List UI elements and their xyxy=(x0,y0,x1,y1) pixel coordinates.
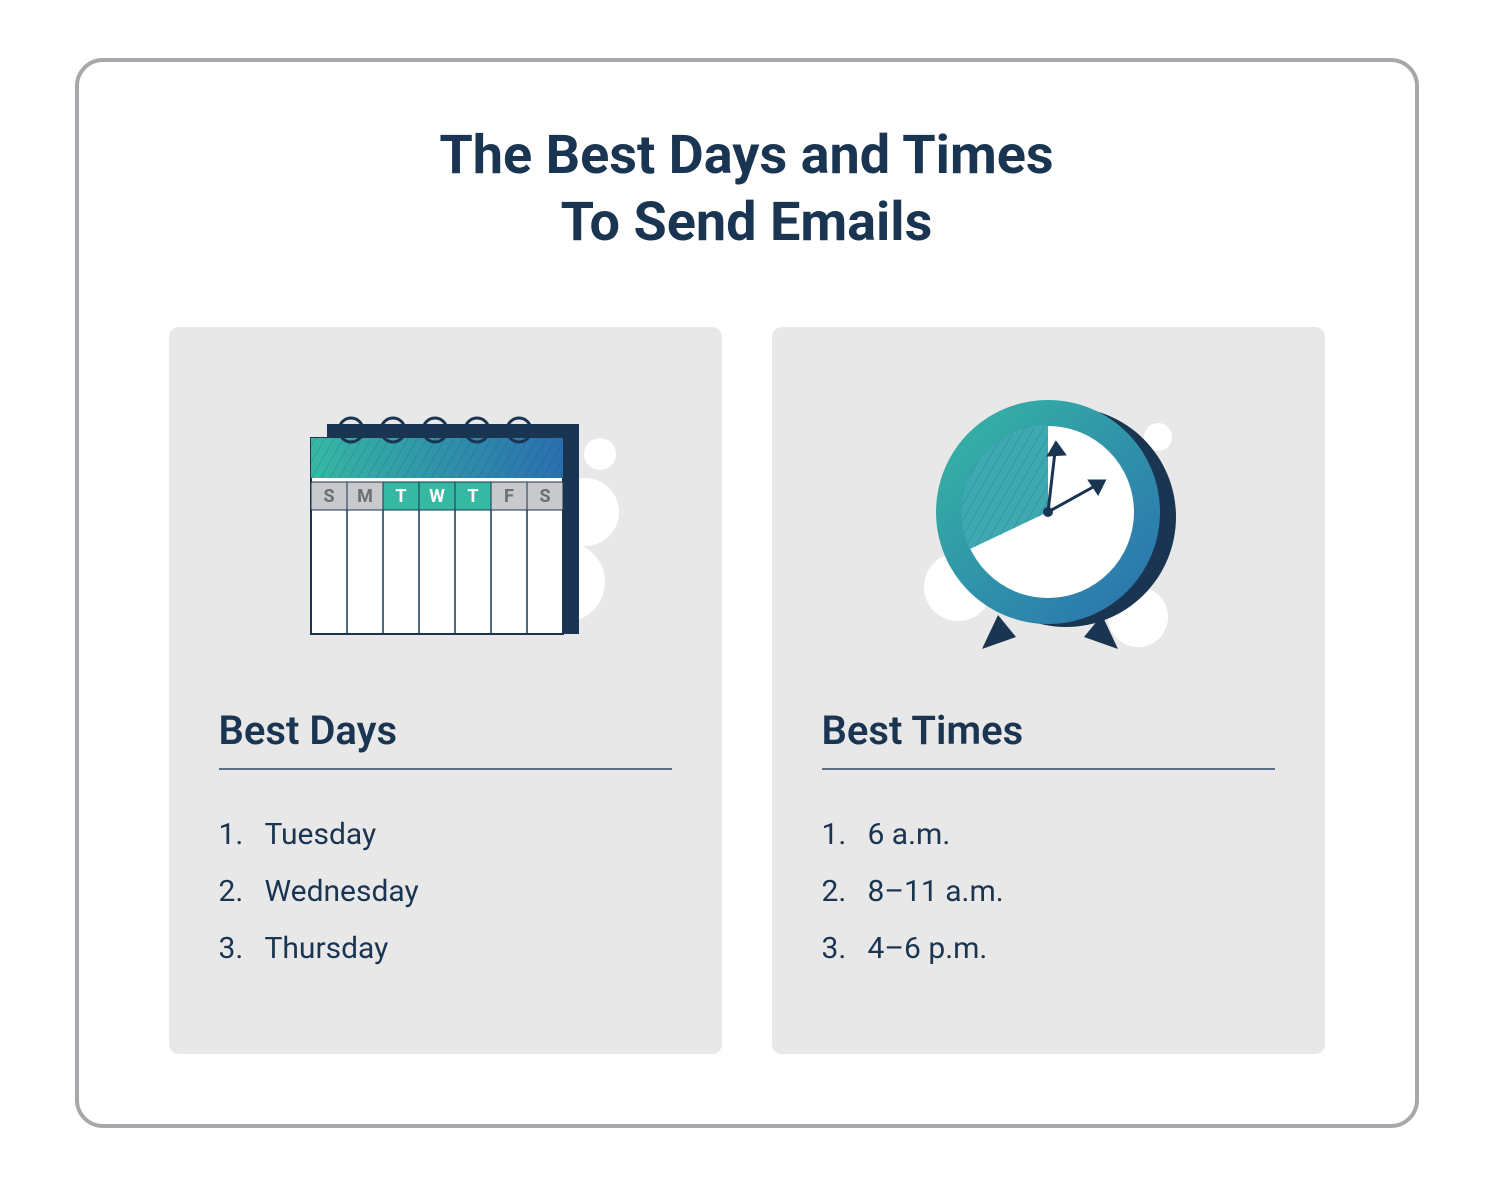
list-item: 3.Thursday xyxy=(219,920,672,977)
best-days-panel: SMTWTFS Best Days 1.Tuesday 2.Wednesd xyxy=(169,327,722,1054)
list-item: 1.Tuesday xyxy=(219,806,672,863)
calendar-day-initial: F xyxy=(504,486,514,507)
calendar-day-initial: S xyxy=(323,486,334,507)
main-title: The Best Days and Times To Send Emails xyxy=(169,122,1325,257)
best-times-list: 1.6 a.m. 2.8–11 a.m. 3.4–6 p.m. xyxy=(822,806,1275,977)
clock-icon xyxy=(822,367,1275,677)
list-item: 3.4–6 p.m. xyxy=(822,920,1275,977)
best-times-title: Best Times xyxy=(822,707,1275,754)
divider xyxy=(219,768,672,770)
calendar-day-initial: W xyxy=(429,486,445,507)
best-days-title: Best Days xyxy=(219,707,672,754)
panels-row: SMTWTFS Best Days 1.Tuesday 2.Wednesd xyxy=(169,327,1325,1054)
calendar-day-initial: T xyxy=(467,486,478,507)
calendar-day-initial: S xyxy=(539,486,550,507)
calendar-day-initial: M xyxy=(357,486,373,507)
title-line-2: To Send Emails xyxy=(561,191,933,254)
infographic-card: The Best Days and Times To Send Emails xyxy=(75,58,1419,1128)
calendar-day-initial: T xyxy=(395,486,406,507)
title-line-1: The Best Days and Times xyxy=(439,124,1053,187)
list-item: 2.Wednesday xyxy=(219,863,672,920)
calendar-icon: SMTWTFS xyxy=(219,367,672,677)
list-item: 1.6 a.m. xyxy=(822,806,1275,863)
best-times-panel: Best Times 1.6 a.m. 2.8–11 a.m. 3.4–6 p.… xyxy=(772,327,1325,1054)
list-item: 2.8–11 a.m. xyxy=(822,863,1275,920)
divider xyxy=(822,768,1275,770)
best-days-list: 1.Tuesday 2.Wednesday 3.Thursday xyxy=(219,806,672,977)
